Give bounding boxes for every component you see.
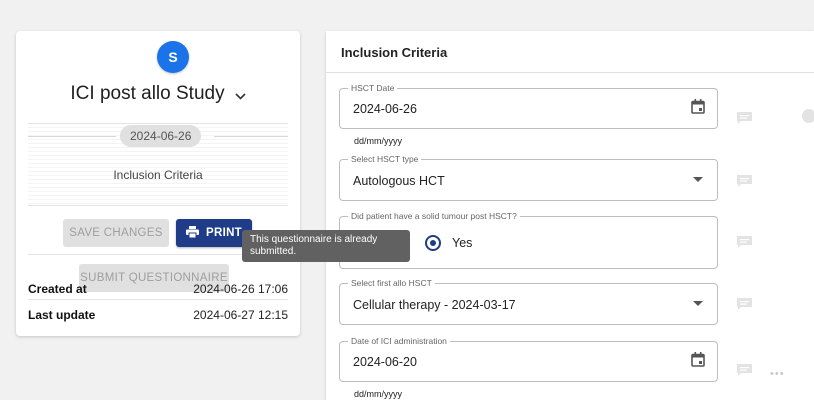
ici-date-value: 2024-06-20 bbox=[353, 355, 417, 369]
comment-icon[interactable] bbox=[736, 111, 753, 125]
hsct-type-label: Select HSCT type bbox=[348, 154, 422, 165]
dropdown-arrow-icon[interactable] bbox=[693, 298, 703, 310]
dropdown-arrow-icon[interactable] bbox=[693, 174, 703, 186]
last-update-value: 2024-06-27 12:15 bbox=[193, 308, 288, 322]
comment-icon[interactable] bbox=[736, 235, 753, 249]
comment-icon[interactable] bbox=[736, 297, 753, 311]
chevron-down-icon[interactable] bbox=[235, 89, 246, 103]
hsct-type-select[interactable]: Select HSCT type Autologous HCT bbox=[339, 154, 718, 201]
calendar-icon[interactable] bbox=[691, 99, 705, 117]
solid-tumour-label: Did patient have a solid tumour post HSC… bbox=[348, 211, 520, 222]
print-icon bbox=[186, 225, 199, 241]
status-indicator bbox=[802, 109, 814, 123]
more-icon[interactable]: ••• bbox=[770, 368, 785, 380]
print-button[interactable]: PRINT bbox=[176, 219, 252, 247]
ici-date-field[interactable]: Date of ICI administration 2024-06-20 bbox=[339, 336, 718, 382]
first-allo-hsct-select[interactable]: Select first allo HSCT Cellular therapy … bbox=[339, 278, 718, 325]
divider bbox=[28, 299, 288, 300]
hsct-type-value: Autologous HCT bbox=[353, 174, 445, 188]
user-avatar[interactable]: S bbox=[157, 41, 189, 73]
first-allo-hsct-label: Select first allo HSCT bbox=[348, 278, 435, 289]
calendar-icon[interactable] bbox=[691, 352, 705, 370]
study-title: ICI post allo Study bbox=[70, 83, 225, 104]
hsct-date-value: 2024-06-26 bbox=[353, 102, 417, 116]
yes-radio[interactable] bbox=[425, 235, 441, 251]
ici-date-label: Date of ICI administration bbox=[348, 336, 450, 347]
comment-icon[interactable] bbox=[736, 174, 753, 188]
hsct-date-label: HSCT Date bbox=[348, 83, 398, 94]
ici-date-hint: dd/mm/yyyy bbox=[354, 389, 403, 399]
radio-selected-dot bbox=[430, 240, 436, 246]
panel-title: Inclusion Criteria bbox=[341, 45, 448, 60]
comment-icon[interactable] bbox=[736, 363, 753, 377]
divider bbox=[28, 136, 116, 137]
current-section-label[interactable]: Inclusion Criteria bbox=[16, 168, 300, 182]
save-changes-button[interactable]: SAVE CHANGES bbox=[63, 219, 169, 247]
study-card: S ICI post allo Study 2024-06-26 Inclusi… bbox=[16, 31, 300, 336]
created-at-value: 2024-06-26 17:06 bbox=[193, 282, 288, 296]
hsct-date-hint: dd/mm/yyyy bbox=[354, 136, 403, 146]
hsct-date-field[interactable]: HSCT Date 2024-06-26 bbox=[339, 83, 718, 129]
date-chip[interactable]: 2024-06-26 bbox=[120, 125, 202, 147]
inclusion-criteria-panel: Inclusion Criteria HSCT Date 2024-06-26 … bbox=[326, 31, 814, 400]
yes-option-label[interactable]: Yes bbox=[452, 236, 472, 250]
first-allo-hsct-value: Cellular therapy - 2024-03-17 bbox=[353, 298, 516, 312]
divider bbox=[214, 136, 288, 137]
submitted-tooltip: This questionnaire is already submitted. bbox=[242, 230, 410, 262]
last-update-label: Last update bbox=[28, 308, 96, 322]
print-label: PRINT bbox=[206, 227, 242, 239]
created-at-label: Created at bbox=[28, 282, 87, 296]
study-selector[interactable]: ICI post allo Study bbox=[16, 83, 300, 105]
divider bbox=[326, 72, 814, 73]
